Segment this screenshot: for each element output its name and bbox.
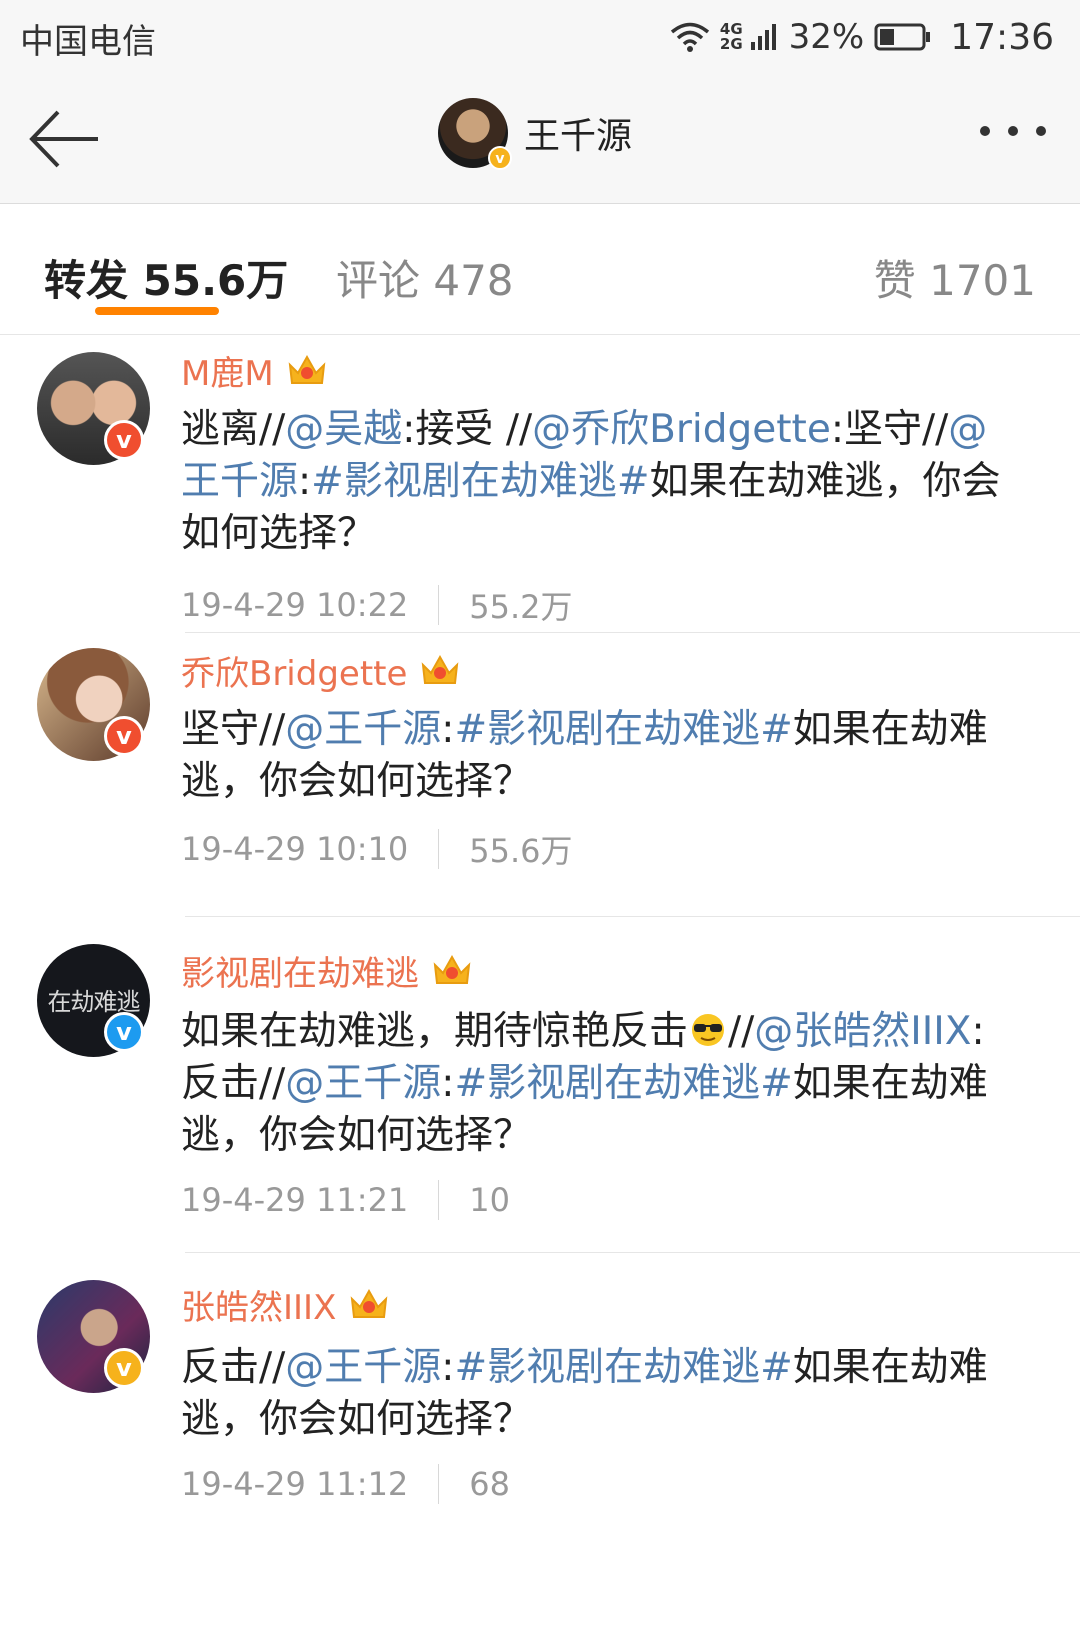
username[interactable]: 乔欣Bridgette — [181, 646, 461, 695]
divider — [185, 1252, 1080, 1253]
list-item[interactable]: v 乔欣Bridgette 坚守//@王千源:#影视剧在劫难逃#如果在劫难逃，你… — [0, 632, 1080, 916]
content-text: : — [441, 1345, 455, 1390]
mention-link[interactable]: @吴越 — [285, 407, 402, 452]
verified-v-icon: v — [488, 146, 512, 170]
content-text: : — [441, 1061, 455, 1106]
content-text: 如果在劫难逃，期待惊艳反击 — [181, 1009, 689, 1054]
crown-icon — [422, 654, 459, 684]
verified-v-icon: v — [104, 716, 144, 756]
username-text: M鹿M — [181, 354, 274, 394]
page-title: 王千源 — [524, 116, 633, 157]
tab-bar: 转发 55.6万 评论 478 赞 1701 — [0, 205, 1080, 335]
crown-icon — [351, 1288, 388, 1318]
content-text: 反击// — [181, 1345, 286, 1390]
mention-link[interactable]: @张皓然IIIX — [754, 1009, 971, 1054]
battery-percent: 32% — [788, 17, 865, 57]
repost-meta: 19-4-29 11:12 68 — [181, 1464, 510, 1504]
list-item[interactable]: v M鹿M 逃离//@吴越:接受 //@乔欣Bridgette:坚守//@王千源… — [0, 336, 1080, 632]
divider — [185, 632, 1080, 633]
divider — [438, 829, 440, 869]
verified-v-icon: v — [104, 420, 144, 460]
avatar-text: 在劫难逃 — [47, 988, 141, 1016]
battery-icon — [874, 23, 931, 51]
repost-content: 如果在劫难逃，期待惊艳反击//@张皓然IIIX: 反击//@王千源:#影视剧在劫… — [181, 1006, 1021, 1162]
content-text: 坚守// — [181, 707, 286, 752]
username[interactable]: 张皓然IIIX — [181, 1280, 390, 1329]
repost-time: 19-4-29 10:10 — [181, 830, 409, 868]
repost-count: 55.6万 — [469, 832, 573, 870]
repost-count: 68 — [469, 1465, 510, 1503]
verified-v-icon: v — [104, 1348, 144, 1388]
mention-link[interactable]: #影视剧在劫难逃# — [454, 1061, 792, 1106]
username-text: 张皓然IIIX — [181, 1288, 337, 1328]
network-bottom: 2G — [719, 35, 743, 53]
wifi-icon — [670, 22, 710, 52]
network-type: 4G 2G — [720, 22, 743, 52]
repost-content: 坚守//@王千源:#影视剧在劫难逃#如果在劫难逃，你会如何选择？ — [181, 704, 1021, 808]
content-text: :接受 // — [402, 407, 533, 452]
verified-v-icon: v — [104, 1012, 144, 1052]
arrow-left-icon — [29, 110, 98, 168]
content-text: : — [441, 707, 455, 752]
more-dot — [1036, 126, 1046, 136]
mention-link[interactable]: #影视剧在劫难逃# — [454, 707, 792, 752]
tab-repost[interactable]: 转发 55.6万 — [44, 247, 288, 308]
back-button[interactable] — [26, 106, 106, 172]
mention-link[interactable]: @王千源 — [285, 1345, 441, 1390]
username-text: 影视剧在劫难逃 — [181, 954, 419, 994]
content-text: 逃离// — [181, 407, 286, 452]
signal-icon — [750, 24, 776, 50]
divider — [438, 1180, 440, 1220]
repost-content: 逃离//@吴越:接受 //@乔欣Bridgette:坚守//@王千源:#影视剧在… — [181, 404, 1021, 560]
mention-link[interactable]: @乔欣Bridgette — [532, 407, 831, 452]
tab-active-indicator — [95, 307, 219, 315]
content-text: : — [298, 459, 312, 504]
status-bar: 中国电信 4G 2G 32% 17:36 — [0, 0, 1080, 76]
repost-meta: 19-4-29 11:21 10 — [181, 1180, 510, 1220]
list-item[interactable]: v 张皓然IIIX 反击//@王千源:#影视剧在劫难逃#如果在劫难逃，你会如何选… — [0, 1252, 1080, 1552]
crown-icon — [288, 354, 325, 384]
tab-like[interactable]: 赞 1701 — [874, 247, 1036, 308]
tab-comment[interactable]: 评论 478 — [336, 247, 514, 308]
clock: 17:36 — [950, 16, 1054, 58]
crown-icon — [433, 954, 471, 984]
repost-time: 19-4-29 10:22 — [181, 586, 409, 624]
status-right: 4G 2G 32% 17:36 — [670, 12, 1054, 62]
divider — [185, 916, 1080, 917]
divider — [438, 1464, 440, 1504]
more-button[interactable] — [980, 126, 1046, 136]
divider — [438, 585, 440, 625]
nav-user[interactable]: v 王千源 — [438, 98, 633, 170]
repost-content: 反击//@王千源:#影视剧在劫难逃#如果在劫难逃，你会如何选择？ — [181, 1342, 1021, 1446]
svg-text:v: v — [495, 151, 504, 167]
avatar[interactable]: v — [438, 98, 512, 170]
mention-link[interactable]: @王千源 — [285, 1061, 441, 1106]
username-text: 乔欣Bridgette — [181, 654, 408, 694]
more-dot — [1008, 126, 1018, 136]
repost-count: 55.2万 — [469, 588, 573, 626]
top-nav-bar: v 王千源 — [0, 76, 1080, 204]
mention-link[interactable]: #影视剧在劫难逃# — [311, 459, 649, 504]
more-dot — [980, 126, 990, 136]
mention-link[interactable]: #影视剧在劫难逃# — [454, 1345, 792, 1390]
cool-sunglasses-emoji-icon — [692, 1014, 725, 1046]
username[interactable]: 影视剧在劫难逃 — [181, 946, 473, 995]
repost-meta: 19-4-29 10:22 55.2万 — [181, 582, 573, 628]
repost-count: 10 — [469, 1181, 510, 1219]
content-text: // — [728, 1009, 755, 1054]
username[interactable]: M鹿M — [181, 346, 328, 395]
repost-meta: 19-4-29 10:10 55.6万 — [181, 826, 573, 872]
carrier-label: 中国电信 — [20, 22, 156, 62]
repost-time: 19-4-29 11:21 — [181, 1181, 409, 1219]
mention-link[interactable]: @王千源 — [285, 707, 441, 752]
repost-time: 19-4-29 11:12 — [181, 1465, 409, 1503]
content-text: :坚守// — [830, 407, 949, 452]
repost-list: v M鹿M 逃离//@吴越:接受 //@乔欣Bridgette:坚守//@王千源… — [0, 336, 1080, 1552]
list-item[interactable]: 在劫难逃 v 影视剧在劫难逃 如果在劫难逃，期待惊艳反击//@张皓然IIIX: … — [0, 916, 1080, 1252]
